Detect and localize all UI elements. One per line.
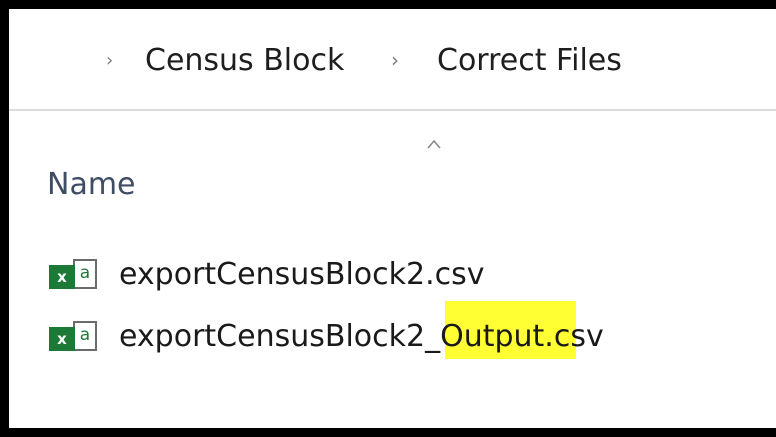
breadcrumb-item-correct-files[interactable]: Correct Files — [437, 43, 622, 79]
excel-doc-page: a — [73, 321, 97, 351]
column-header-name[interactable]: Name — [47, 167, 136, 203]
excel-csv-file-icon: a x — [47, 259, 103, 293]
file-name[interactable]: exportCensusBlock2.csv — [119, 253, 485, 297]
file-row[interactable]: a x exportCensusBlock2_Output.csv — [47, 315, 687, 363]
excel-badge: x — [49, 265, 75, 289]
excel-doc-page: a — [73, 259, 97, 289]
sort-ascending-caret-icon[interactable] — [426, 137, 442, 151]
excel-csv-file-icon: a x — [47, 321, 103, 355]
chevron-right-icon[interactable]: › — [391, 50, 399, 70]
excel-badge: x — [49, 327, 75, 351]
chevron-right-icon[interactable]: › — [106, 51, 113, 71]
header-divider — [9, 109, 776, 111]
breadcrumb: › Census Block › Correct Files — [9, 9, 776, 107]
breadcrumb-item-census-block[interactable]: Census Block — [145, 43, 344, 79]
file-row[interactable]: a x exportCensusBlock2.csv — [47, 253, 687, 301]
file-explorer-window: › Census Block › Correct Files Name a x … — [0, 0, 776, 437]
file-name[interactable]: exportCensusBlock2_Output.csv — [119, 315, 604, 359]
